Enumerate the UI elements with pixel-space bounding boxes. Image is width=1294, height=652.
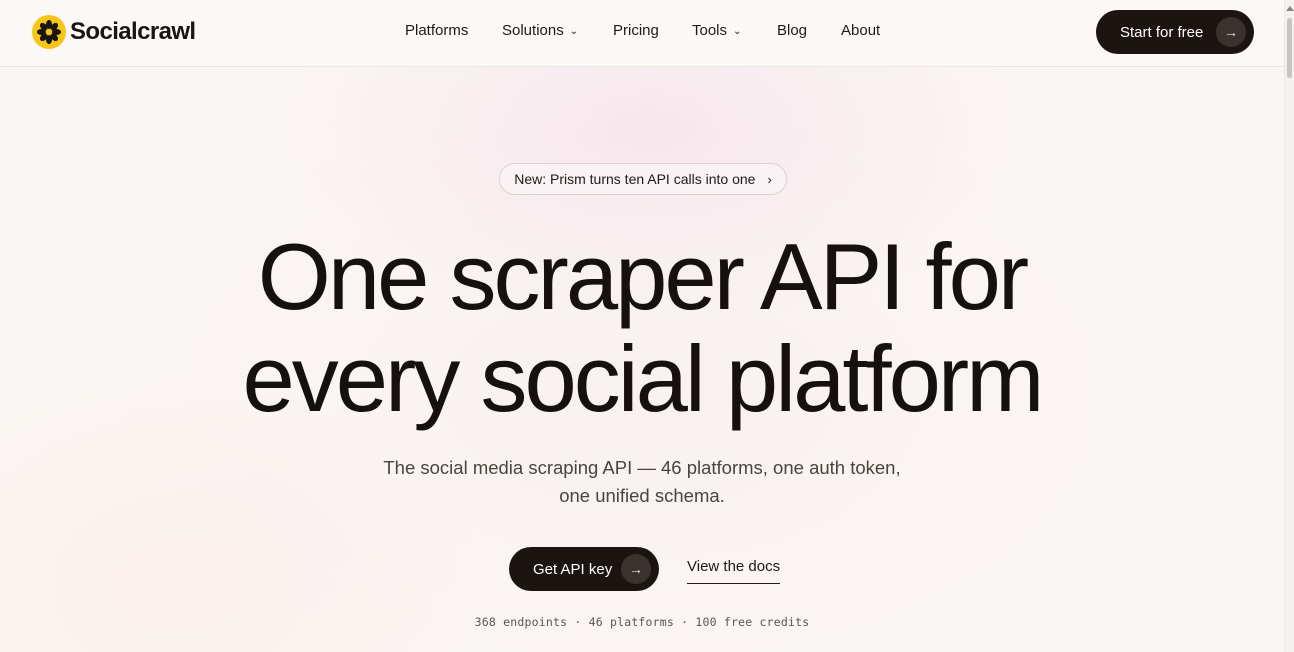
arrow-right-icon: → xyxy=(621,554,651,584)
nav-item-about[interactable]: About xyxy=(841,22,880,39)
hero-headline: One scraper API for every social platfor… xyxy=(0,226,1284,430)
nav-item-blog[interactable]: Blog xyxy=(777,22,807,39)
chevron-down-icon: ⌄ xyxy=(733,26,742,37)
nav-item-label: Tools xyxy=(692,22,728,39)
nav-item-solutions[interactable]: Solutions ⌄ xyxy=(502,22,578,39)
chevron-right-icon: › xyxy=(767,171,772,187)
headline-line-1: One scraper API for xyxy=(257,224,1029,329)
chevron-down-icon: ⌄ xyxy=(569,26,579,37)
start-for-free-button[interactable]: Start for free → xyxy=(1096,10,1254,54)
nav-item-tools[interactable]: Tools ⌄ xyxy=(692,22,741,39)
headline-line-2: every social platform xyxy=(242,326,1045,431)
announcement-pill[interactable]: New: Prism turns ten API calls into one … xyxy=(499,163,787,195)
scroll-up-arrow-icon[interactable] xyxy=(1286,6,1294,11)
arrow-right-icon: → xyxy=(1216,17,1246,47)
nav-item-pricing[interactable]: Pricing xyxy=(613,22,659,39)
get-api-key-button[interactable]: Get API key → xyxy=(509,547,659,591)
scrollbar[interactable] xyxy=(1284,0,1294,652)
subhead-line-2: one unified schema. xyxy=(559,485,725,506)
nav-item-label: Pricing xyxy=(613,22,659,39)
hero-subhead: The social media scraping API — 46 platf… xyxy=(342,454,942,510)
logo[interactable]: Socialcrawl xyxy=(32,15,196,49)
flower-icon xyxy=(32,15,66,49)
hero-stats: 368 endpoints · 46 platforms · 100 free … xyxy=(474,615,810,629)
nav-item-label: About xyxy=(841,22,881,39)
nav-item-label: Solutions xyxy=(502,22,564,39)
subhead-line-1: The social media scraping API — 46 platf… xyxy=(383,457,901,478)
button-label: Get API key xyxy=(533,560,613,578)
nav-item-label: Platforms xyxy=(405,22,469,39)
announcement-text: New: Prism turns ten API calls into one xyxy=(514,171,756,187)
site-header: Socialcrawl Platforms Solutions ⌄ Pricin… xyxy=(0,0,1284,67)
brand-name: Socialcrawl xyxy=(70,18,196,45)
scroll-thumb[interactable] xyxy=(1287,18,1292,78)
view-docs-link[interactable]: View the docs xyxy=(687,558,781,584)
nav-item-label: Blog xyxy=(777,22,808,39)
nav-item-platforms[interactable]: Platforms xyxy=(405,22,468,39)
button-label: Start for free xyxy=(1120,23,1204,41)
